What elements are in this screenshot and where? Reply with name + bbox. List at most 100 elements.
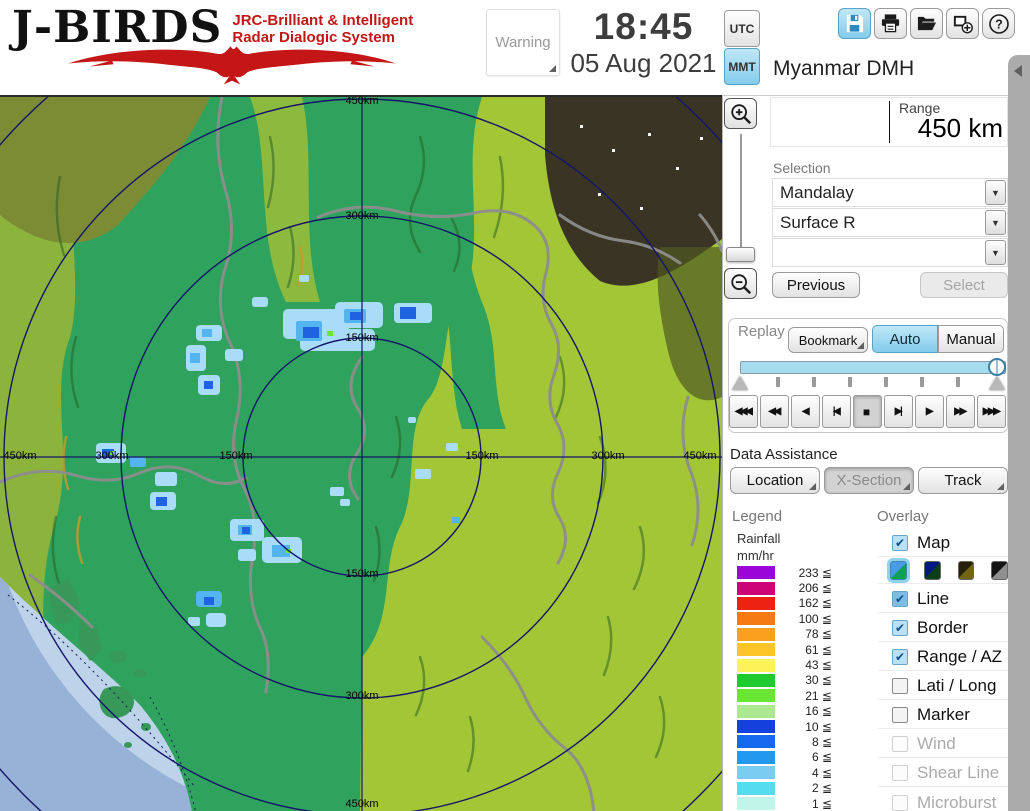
popup-corner-icon xyxy=(903,483,910,490)
legend-value: 61 ≦ xyxy=(805,642,832,657)
map-style-swatch[interactable] xyxy=(923,560,941,580)
legend-row: 162 ≦ xyxy=(737,596,832,611)
legend-color-swatch xyxy=(737,720,775,734)
overlay-item-wind: Wind xyxy=(878,731,1008,758)
step-forward-button[interactable]: ▶| xyxy=(884,395,913,428)
chevron-down-icon[interactable]: ▼ xyxy=(985,210,1006,235)
product-dropdown-value: Surface R xyxy=(780,212,856,232)
legend-row: 61 ≦ xyxy=(737,642,832,657)
select-button[interactable]: Select xyxy=(920,272,1008,298)
legend-color-swatch xyxy=(737,766,775,780)
checkbox-checked-icon[interactable]: ✔ xyxy=(892,591,908,607)
checkbox-disabled-icon xyxy=(892,736,908,752)
zoom-slider-track[interactable] xyxy=(739,134,742,262)
legend-color-swatch xyxy=(737,581,775,595)
open-file-button[interactable] xyxy=(910,8,943,39)
product-dropdown[interactable]: Surface R ▼ xyxy=(772,208,1008,237)
popup-corner-icon xyxy=(997,483,1004,490)
legend-row: 206 ≦ xyxy=(737,580,832,595)
chevron-down-icon[interactable]: ▼ xyxy=(985,240,1006,265)
logo-tagline: JRC-Brilliant & Intelligent Radar Dialog… xyxy=(232,12,414,47)
legend-color-swatch xyxy=(737,781,775,795)
replay-auto-button[interactable]: Auto xyxy=(872,325,938,353)
legend-color-swatch xyxy=(737,704,775,718)
checkbox-checked-icon[interactable]: ✔ xyxy=(892,649,908,665)
bookmark-button[interactable]: Bookmark xyxy=(788,327,868,353)
overlay-item-line[interactable]: ✔ Line xyxy=(878,586,1008,613)
replay-manual-button[interactable]: Manual xyxy=(938,325,1004,353)
legend-row: 78 ≦ xyxy=(737,627,832,642)
map-style-swatch[interactable] xyxy=(991,560,1008,580)
legend-value: 21 ≦ xyxy=(805,688,832,703)
map-style-swatch[interactable] xyxy=(890,560,907,580)
slider-start-marker[interactable] xyxy=(732,376,748,390)
checkbox-checked-icon[interactable]: ✔ xyxy=(892,535,908,551)
legend-color-swatch xyxy=(737,643,775,657)
warning-button[interactable]: Warning xyxy=(486,9,560,76)
step-back-button[interactable]: |◀ xyxy=(822,395,851,428)
legend-color-swatch xyxy=(737,673,775,687)
overlay-item-map[interactable]: ✔ Map xyxy=(878,530,1008,557)
checkbox-unchecked-icon[interactable] xyxy=(892,678,908,694)
stop-button[interactable]: ■ xyxy=(853,395,882,428)
slider-tick xyxy=(956,377,960,387)
legend-value: 1 ≦ xyxy=(811,796,832,811)
legend-color-swatch xyxy=(737,627,775,641)
overlay-item-lati-long[interactable]: Lati / Long xyxy=(878,673,1008,700)
location-button[interactable]: Location xyxy=(730,467,820,494)
legend-value: 162 ≦ xyxy=(798,596,832,611)
play-reverse-button[interactable]: ◀ xyxy=(791,395,820,428)
chevron-down-icon[interactable]: ▼ xyxy=(985,180,1006,205)
xsection-button[interactable]: X-Section xyxy=(824,467,914,494)
app-logo: J-BIRDS JRC-Brilliant & Intelligent Rada… xyxy=(12,6,472,91)
option-dropdown[interactable]: ▼ xyxy=(772,238,1008,267)
radar-map[interactable]: 450km 300km 150km 150km 300km 450km 450k… xyxy=(0,95,722,811)
legend-value: 78 ≦ xyxy=(805,627,832,642)
overlay-item-border[interactable]: ✔ Border xyxy=(878,615,1008,642)
legend-row: 4 ≦ xyxy=(737,765,832,780)
panel-collapse-strip[interactable] xyxy=(1008,55,1030,811)
help-button[interactable]: ? xyxy=(982,8,1015,39)
fast-rewind-button[interactable]: ◀◀ xyxy=(760,395,789,428)
legend-value: 30 ≦ xyxy=(805,673,832,688)
range-box: Range 450 km xyxy=(770,97,1008,147)
range-label: 150km xyxy=(345,567,379,580)
overlay-item-marker[interactable]: Marker xyxy=(878,702,1008,729)
legend-row: 1 ≦ xyxy=(737,796,832,811)
fast-forward-button[interactable]: ▶▶ xyxy=(946,395,975,428)
play-button[interactable]: ▶ xyxy=(915,395,944,428)
svg-text:?: ? xyxy=(995,17,1003,31)
site-dropdown[interactable]: Mandalay ▼ xyxy=(772,178,1008,207)
legend-label: Legend xyxy=(732,508,783,525)
collapse-arrow-icon[interactable] xyxy=(1014,65,1022,77)
capture-button[interactable] xyxy=(946,8,979,39)
print-button[interactable] xyxy=(874,8,907,39)
legend-row: 30 ≦ xyxy=(737,673,832,688)
zoom-in-button[interactable] xyxy=(724,98,757,129)
save-button[interactable] xyxy=(838,8,871,39)
jump-end-button[interactable]: ▶▶▶ xyxy=(977,395,1006,428)
overlay-label: Overlay xyxy=(877,508,929,525)
slider-tick xyxy=(776,377,780,387)
zoom-out-button[interactable] xyxy=(724,268,757,299)
overlay-item-range-az[interactable]: ✔ Range / AZ xyxy=(878,644,1008,671)
printer-icon xyxy=(881,14,900,33)
mmt-button[interactable]: MMT xyxy=(724,48,760,85)
legend-value: 4 ≦ xyxy=(811,765,832,780)
checkbox-checked-icon[interactable]: ✔ xyxy=(892,620,908,636)
previous-button[interactable]: Previous xyxy=(772,272,860,298)
slider-end-marker[interactable] xyxy=(989,376,1005,390)
utc-button[interactable]: UTC xyxy=(724,10,760,47)
zoom-slider-handle[interactable] xyxy=(726,247,755,262)
track-button[interactable]: Track xyxy=(918,467,1008,494)
popup-corner-icon xyxy=(549,65,556,72)
eagle-logo-icon xyxy=(68,46,396,85)
jump-start-button[interactable]: ◀◀◀ xyxy=(729,395,758,428)
range-label: 300km xyxy=(95,449,129,462)
map-style-swatch[interactable] xyxy=(957,560,975,580)
range-divider xyxy=(889,101,890,143)
checkbox-unchecked-icon[interactable] xyxy=(892,707,908,723)
replay-slider-handle[interactable] xyxy=(988,358,1006,376)
popup-corner-icon xyxy=(857,342,864,349)
replay-slider-track[interactable] xyxy=(740,361,1006,374)
